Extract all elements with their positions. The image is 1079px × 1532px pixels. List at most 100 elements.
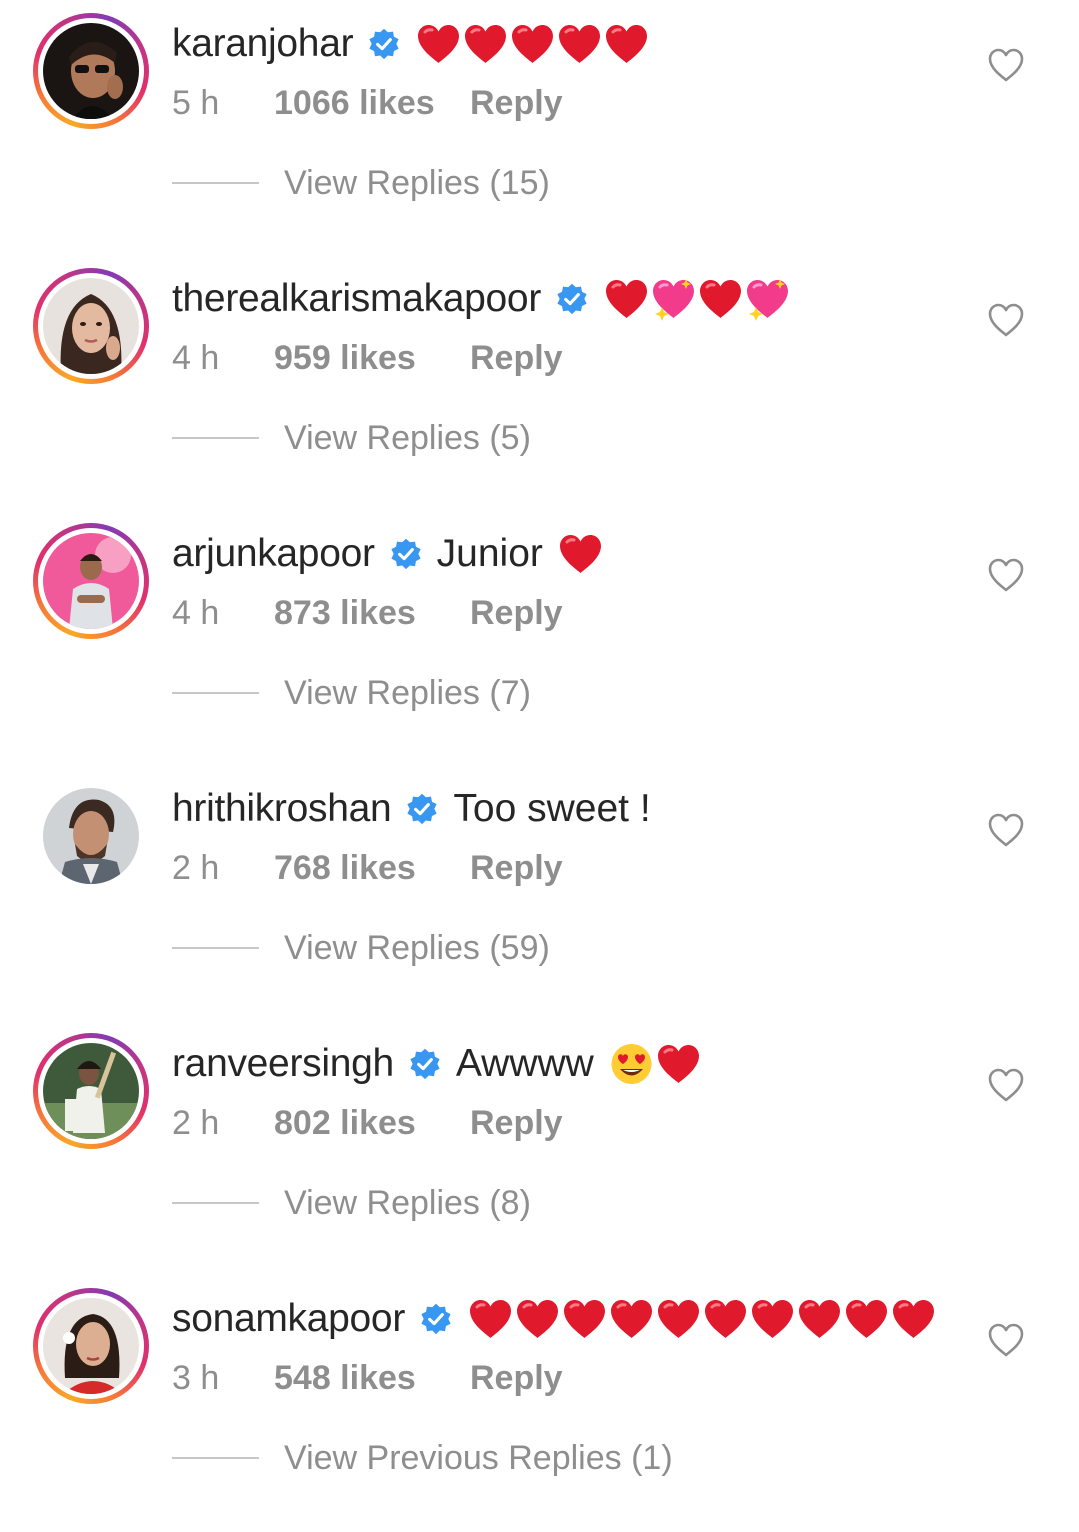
comment-emojis <box>415 22 650 66</box>
likes-count[interactable]: 873 likes <box>274 594 470 633</box>
red-heart-emoji-icon <box>559 25 601 63</box>
comment-text: Awwww <box>455 1042 594 1085</box>
replies-divider <box>172 692 259 694</box>
username[interactable]: therealkarismakapoor <box>172 277 541 321</box>
heart-icon[interactable] <box>987 1322 1025 1358</box>
comment-emojis <box>603 277 791 321</box>
reply-button[interactable]: Reply <box>470 849 563 888</box>
sparkling-heart-emoji-icon <box>653 279 695 321</box>
comment-time: 4 h <box>172 593 220 632</box>
avatar-story-ring[interactable] <box>33 1288 149 1404</box>
likes-count[interactable]: 802 likes <box>274 1104 470 1143</box>
verified-badge-icon <box>369 28 399 60</box>
red-heart-emoji-icon <box>606 280 648 318</box>
reply-button[interactable]: Reply <box>470 84 563 123</box>
red-heart-emoji-icon <box>700 280 742 318</box>
comment-item: sonamkapoor 3 h 548 likes Reply View Pre… <box>0 1275 1079 1530</box>
red-heart-emoji-icon <box>418 25 460 63</box>
view-replies-label[interactable]: View Replies (8) <box>284 1184 531 1223</box>
username[interactable]: ranveersingh <box>172 1042 394 1086</box>
view-replies-label[interactable]: View Replies (15) <box>284 164 550 203</box>
username[interactable]: hrithikroshan <box>172 787 392 831</box>
comment-text: Junior <box>436 532 543 575</box>
red-heart-emoji-icon <box>752 1300 794 1338</box>
comment-time: 2 h <box>172 848 220 887</box>
avatar-story-ring[interactable] <box>33 268 149 384</box>
comment-emojis <box>557 532 604 576</box>
avatar[interactable] <box>43 278 139 374</box>
avatar[interactable] <box>43 23 139 119</box>
reply-button[interactable]: Reply <box>470 339 563 378</box>
likes-count[interactable]: 1066 likes <box>274 84 470 123</box>
view-replies-label[interactable]: View Replies (5) <box>284 419 531 458</box>
view-replies-button[interactable]: View Replies (15) <box>172 160 550 206</box>
comment-emojis <box>608 1042 702 1086</box>
avatar-story-ring[interactable] <box>33 523 149 639</box>
heart-icon[interactable] <box>987 1067 1025 1103</box>
view-replies-button[interactable]: View Replies (8) <box>172 1180 531 1226</box>
comment-item: karanjohar 5 h 1066 likes Reply View Rep… <box>0 0 1079 255</box>
view-replies-button[interactable]: View Previous Replies (1) <box>172 1435 673 1481</box>
view-replies-button[interactable]: View Replies (7) <box>172 670 531 716</box>
red-heart-emoji-icon <box>517 1300 559 1338</box>
avatar-story-ring[interactable] <box>33 1033 149 1149</box>
comment-time: 2 h <box>172 1103 220 1142</box>
avatar-container[interactable] <box>33 778 149 894</box>
avatar-story-ring[interactable] <box>33 13 149 129</box>
red-heart-emoji-icon <box>893 1300 935 1338</box>
username[interactable]: sonamkapoor <box>172 1297 405 1341</box>
red-heart-emoji-icon <box>658 1300 700 1338</box>
likes-count[interactable]: 548 likes <box>274 1359 470 1398</box>
verified-badge-icon <box>557 283 587 315</box>
comment-item: arjunkapoor Junior 4 h 873 likes Reply V… <box>0 510 1079 765</box>
heart-eyes-face-emoji-icon <box>611 1044 652 1084</box>
likes-count[interactable]: 768 likes <box>274 849 470 888</box>
comment-text: Too sweet ! <box>453 787 651 830</box>
red-heart-emoji-icon <box>846 1300 888 1338</box>
heart-icon[interactable] <box>987 302 1025 338</box>
replies-divider <box>172 182 259 184</box>
red-heart-emoji-icon <box>657 1045 699 1083</box>
username[interactable]: karanjohar <box>172 22 354 66</box>
view-replies-label[interactable]: View Replies (59) <box>284 929 550 968</box>
heart-icon[interactable] <box>987 47 1025 83</box>
replies-divider <box>172 437 259 439</box>
replies-divider <box>172 1457 259 1459</box>
verified-badge-icon <box>391 538 421 570</box>
replies-divider <box>172 1202 259 1204</box>
view-replies-button[interactable]: View Replies (59) <box>172 925 550 971</box>
comment-item: therealkarismakapoor 4 h 959 likes Reply… <box>0 255 1079 510</box>
comment-time: 3 h <box>172 1358 220 1397</box>
reply-button[interactable]: Reply <box>470 1104 563 1143</box>
comment-time: 4 h <box>172 338 220 377</box>
view-replies-label[interactable]: View Previous Replies (1) <box>284 1439 673 1478</box>
reply-button[interactable]: Reply <box>470 1359 563 1398</box>
verified-badge-icon <box>407 793 438 825</box>
red-heart-emoji-icon <box>799 1300 841 1338</box>
sparkling-heart-emoji-icon <box>747 279 789 321</box>
verified-badge-icon <box>421 1303 451 1335</box>
heart-icon[interactable] <box>987 812 1025 848</box>
red-heart-emoji-icon <box>611 1300 653 1338</box>
username[interactable]: arjunkapoor <box>172 532 375 576</box>
avatar[interactable] <box>43 1043 139 1139</box>
red-heart-emoji-icon <box>512 25 554 63</box>
comment-time: 5 h <box>172 83 220 122</box>
comment-item: hrithikroshan Too sweet ! 2 h 768 likes … <box>0 765 1079 1020</box>
view-replies-label[interactable]: View Replies (7) <box>284 674 531 713</box>
red-heart-emoji-icon <box>564 1300 606 1338</box>
avatar[interactable] <box>43 1298 139 1394</box>
red-heart-emoji-icon <box>559 535 601 573</box>
comment-item: ranveersingh Awwww 2 h 802 likes Reply V… <box>0 1020 1079 1275</box>
heart-icon[interactable] <box>987 557 1025 593</box>
avatar[interactable] <box>43 533 139 629</box>
likes-count[interactable]: 959 likes <box>274 339 470 378</box>
red-heart-emoji-icon <box>470 1300 512 1338</box>
verified-badge-icon <box>410 1048 440 1080</box>
avatar[interactable] <box>43 788 139 884</box>
red-heart-emoji-icon <box>465 25 507 63</box>
red-heart-emoji-icon <box>606 25 648 63</box>
replies-divider <box>172 947 259 949</box>
reply-button[interactable]: Reply <box>470 594 563 633</box>
view-replies-button[interactable]: View Replies (5) <box>172 415 531 461</box>
